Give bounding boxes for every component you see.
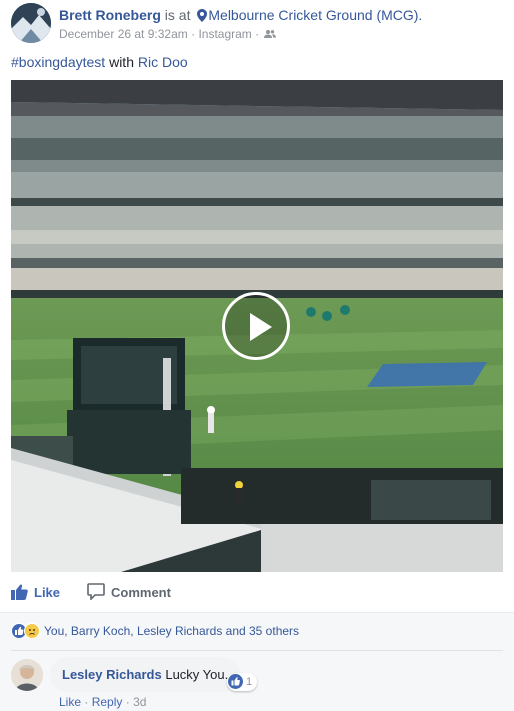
with-text: with: [109, 54, 134, 70]
comment-like-icon: [228, 674, 243, 689]
video-player[interactable]: [11, 80, 503, 572]
commenter-avatar[interactable]: [11, 659, 43, 691]
comment-bubble-icon: [87, 583, 105, 600]
tagged-friend-link[interactable]: Ric Doo: [138, 54, 188, 70]
meta-separator: ·: [191, 27, 196, 41]
comment-reaction-count: 1: [246, 676, 253, 688]
comment-actions: Like · Reply · 3d: [59, 695, 146, 709]
like-label: Like: [34, 585, 61, 600]
play-button[interactable]: [222, 292, 290, 360]
post-author-link[interactable]: Brett Roneberg: [59, 7, 161, 23]
comment-text: Lucky You.: [165, 667, 229, 682]
meta-separator-2: ·: [255, 27, 260, 41]
comment-timestamp[interactable]: 3d: [133, 695, 146, 709]
location-pin-icon: [197, 9, 208, 22]
post-meta: December 26 at 9:32am · Instagram ·: [59, 27, 277, 41]
comment-bubble: Lesley Richards Lucky You.: [50, 657, 241, 692]
post-text: #boxingdaytest with Ric Doo: [11, 53, 188, 71]
post-header: Brett Roneberg is at Melbourne Cricket G…: [11, 3, 506, 47]
comment-item: Lesley Richards Lucky You. 1 Like · Repl…: [11, 657, 503, 711]
comment-dot-2: ·: [125, 695, 130, 709]
author-avatar[interactable]: [11, 3, 51, 43]
sad-reaction-icon: [24, 623, 40, 639]
post-headline: Brett Roneberg is at Melbourne Cricket G…: [59, 6, 422, 24]
comment-author-link[interactable]: Lesley Richards: [62, 667, 162, 682]
reactions-summary[interactable]: You, Barry Koch, Lesley Richards and 35 …: [11, 623, 299, 643]
thumbs-up-icon: [11, 584, 28, 600]
comment-label: Comment: [111, 585, 171, 600]
location-link[interactable]: Melbourne Cricket Ground (MCG).: [208, 7, 422, 23]
post-timestamp[interactable]: December 26 at 9:32am: [59, 27, 188, 41]
is-at-text: is at: [164, 7, 191, 23]
comment-like-link[interactable]: Like: [59, 695, 81, 709]
comment-dot-1: ·: [84, 695, 89, 709]
friends-audience-icon[interactable]: [264, 29, 277, 39]
post-actions: Like Comment: [11, 578, 503, 606]
comments-divider: [11, 650, 503, 651]
reactions-text: You, Barry Koch, Lesley Richards and 35 …: [44, 624, 300, 638]
play-icon: [250, 313, 272, 341]
comment-reaction-badge[interactable]: 1: [227, 673, 258, 691]
comment-reply-link[interactable]: Reply: [92, 695, 123, 709]
comment-button[interactable]: Comment: [87, 582, 171, 604]
like-button[interactable]: Like: [11, 582, 60, 604]
hashtag-link[interactable]: #boxingdaytest: [11, 54, 105, 70]
feedback-section: You, Barry Koch, Lesley Richards and 35 …: [0, 613, 514, 711]
post-source[interactable]: Instagram: [198, 27, 251, 41]
